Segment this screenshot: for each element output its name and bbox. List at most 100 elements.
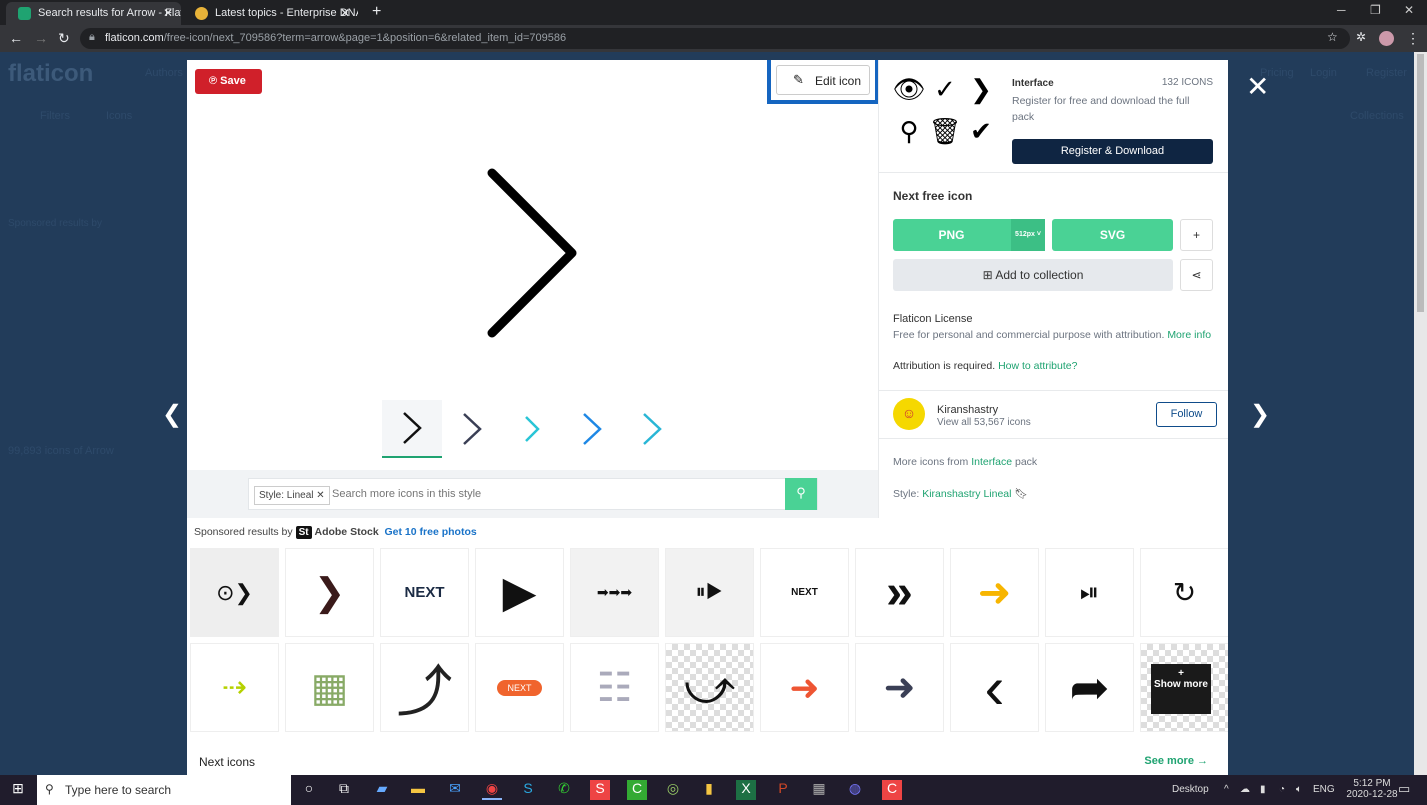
how-to-attribute-link[interactable]: How to attribute? — [998, 360, 1077, 372]
camtasia-icon[interactable]: C — [627, 780, 647, 800]
mail-icon[interactable]: ✉ — [445, 780, 465, 800]
sponsored-thumb[interactable]: ➜ — [950, 548, 1039, 637]
close-modal-icon[interactable]: ✕ — [1246, 70, 1269, 103]
page-scrollbar[interactable] — [1414, 52, 1427, 775]
sponsored-thumb[interactable]: ⊙❯ — [190, 548, 279, 637]
microphone-icon[interactable]: ▮ — [1260, 784, 1266, 795]
style-link[interactable]: Kiranshastry Lineal — [922, 488, 1011, 500]
pack-preview[interactable]: 👁︎ ✓ ❯ ⚲ 🗑︎ ✔ — [891, 74, 1001, 158]
sponsored-thumb[interactable]: ➦ — [1045, 643, 1134, 732]
maximize-button[interactable]: ❐ — [1370, 3, 1381, 17]
language-indicator[interactable]: ENG — [1313, 784, 1335, 795]
app-icon[interactable]: ▰ — [372, 780, 392, 800]
next-icon-arrow[interactable]: ❯ — [1250, 400, 1270, 429]
tab-enterprise-dna[interactable]: Latest topics - Enterprise DNA Forum✕ — [183, 2, 358, 25]
skype-icon[interactable]: S — [518, 780, 538, 800]
variant-black[interactable] — [382, 400, 442, 458]
show-more-thumb[interactable]: + Show more — [1140, 643, 1228, 732]
icons-dropdown[interactable]: Icons — [106, 110, 132, 122]
nav-register[interactable]: Register — [1366, 67, 1407, 79]
variant-blue[interactable] — [562, 400, 622, 458]
add-to-collection-button[interactable]: ⊞ Add to collection — [893, 259, 1173, 291]
taskbar-search[interactable]: ⚲ Type here to search — [37, 775, 291, 805]
bookmark-star-icon[interactable]: ☆ — [1327, 30, 1338, 44]
sponsored-thumb[interactable]: ▦ — [285, 643, 374, 732]
share-button[interactable]: ⋖ — [1180, 259, 1213, 291]
sponsored-thumb[interactable]: ➜ — [760, 643, 849, 732]
tab-flaticon[interactable]: Search results for Arrow - Flaticon✕ — [6, 2, 181, 25]
excel-icon[interactable]: X — [736, 780, 756, 800]
sponsored-thumb[interactable]: ⏯ — [1045, 548, 1134, 637]
whatsapp-icon[interactable]: ✆ — [554, 780, 574, 800]
desktop-toolbar[interactable]: Desktop — [1172, 784, 1209, 795]
back-button[interactable]: ← — [9, 30, 23, 46]
close-tab-icon[interactable]: ✕ — [340, 6, 350, 20]
more-formats-button[interactable]: + — [1180, 219, 1213, 251]
sponsored-thumb[interactable]: ⤻ — [665, 643, 754, 732]
png-download-button[interactable]: PNG 512px ˅ — [893, 219, 1045, 251]
author-icon-count[interactable]: View all 53,567 icons — [937, 417, 1031, 428]
sponsored-thumb[interactable]: ‹ — [950, 643, 1039, 732]
search-button[interactable]: ⚲ — [785, 478, 817, 510]
variant-dark[interactable] — [442, 400, 502, 458]
previous-icon-arrow[interactable]: ❮ — [162, 400, 182, 429]
sponsored-thumb[interactable]: ↻ — [1140, 548, 1228, 637]
camtasia-recorder-icon[interactable]: C — [882, 780, 902, 800]
minimize-button[interactable]: ─ — [1337, 3, 1346, 17]
nav-login[interactable]: Login — [1310, 67, 1337, 79]
register-download-button[interactable]: Register & Download — [1012, 139, 1213, 164]
edit-icon-button[interactable]: ✎ Edit icon — [776, 65, 870, 95]
more-info-link[interactable]: More info — [1167, 329, 1211, 341]
show-more-button[interactable]: + Show more — [1151, 664, 1211, 714]
new-tab-button[interactable]: + — [372, 3, 381, 21]
sponsored-thumb[interactable]: ➡➡➡ — [570, 548, 659, 637]
url-field[interactable]: 🔒︎ flaticon.com/free-icon/next_709586?ter… — [80, 28, 1350, 49]
variant-teal[interactable] — [622, 400, 682, 458]
file-explorer-icon[interactable]: ▬ — [408, 780, 428, 800]
author-avatar[interactable]: ☺ — [893, 398, 925, 430]
onedrive-icon[interactable]: ☁ — [1240, 784, 1250, 795]
extensions-icon[interactable]: ✲ — [1356, 30, 1366, 44]
close-window-button[interactable]: ✕ — [1404, 3, 1414, 17]
volume-icon[interactable]: 🔈︎ — [1296, 784, 1302, 795]
sponsored-thumb[interactable]: ❯ — [285, 548, 374, 637]
task-view-icon[interactable]: ⧉ — [334, 780, 354, 800]
chrome-icon[interactable]: ◉ — [482, 780, 502, 800]
sponsored-thumb[interactable]: ⤴ — [380, 643, 469, 732]
style-search-input[interactable] — [332, 488, 772, 500]
author-name[interactable]: Kiranshastry — [937, 404, 998, 416]
free-photos-link[interactable]: Get 10 free photos — [385, 526, 477, 538]
reload-button[interactable]: ↻ — [58, 30, 70, 47]
sponsored-thumb[interactable]: NEXT — [380, 548, 469, 637]
app-s-icon[interactable]: S — [590, 780, 610, 800]
sponsored-thumb[interactable]: ☷ — [570, 643, 659, 732]
pack-link[interactable]: Interface — [971, 456, 1012, 468]
sponsored-thumb[interactable]: ⏸▶ — [665, 548, 754, 637]
app-icon[interactable]: ◍ — [845, 780, 865, 800]
powerpoint-icon[interactable]: P — [773, 780, 793, 800]
wifi-icon[interactable]: ◔ — [1279, 784, 1285, 795]
follow-button[interactable]: Follow — [1156, 402, 1217, 427]
sponsored-thumb[interactable]: NEXT — [760, 548, 849, 637]
power-bi-icon[interactable]: ▮ — [699, 780, 719, 800]
scrollbar-thumb[interactable] — [1417, 54, 1424, 312]
bookmark-icon[interactable]: 🔖︎ — [1014, 488, 1027, 500]
sponsored-thumb[interactable]: » — [855, 548, 944, 637]
menu-icon[interactable]: ⋮ — [1406, 30, 1420, 47]
close-tab-icon[interactable]: ✕ — [163, 6, 173, 20]
notifications-icon[interactable]: ▭ — [1398, 781, 1410, 797]
collections-button[interactable]: Collections — [1350, 110, 1404, 122]
calculator-icon[interactable]: ▦ — [809, 780, 829, 800]
variant-cyan[interactable] — [502, 400, 562, 458]
png-size-dropdown[interactable]: 512px ˅ — [1011, 219, 1045, 251]
windows-start-icon[interactable]: ⊞ — [8, 780, 28, 800]
app-icon[interactable]: ◎ — [663, 780, 683, 800]
forward-button[interactable]: → — [34, 30, 48, 46]
pack-name[interactable]: Interface — [1012, 78, 1054, 89]
profile-avatar[interactable] — [1379, 31, 1394, 46]
clock[interactable]: 5:12 PM 2020-12-28 — [1346, 778, 1398, 800]
see-more-link[interactable]: See more → — [1144, 755, 1208, 767]
nav-authors[interactable]: Authors — [145, 67, 183, 79]
style-chip[interactable]: Style: Lineal ✕ — [254, 486, 330, 505]
svg-download-button[interactable]: SVG — [1052, 219, 1173, 251]
